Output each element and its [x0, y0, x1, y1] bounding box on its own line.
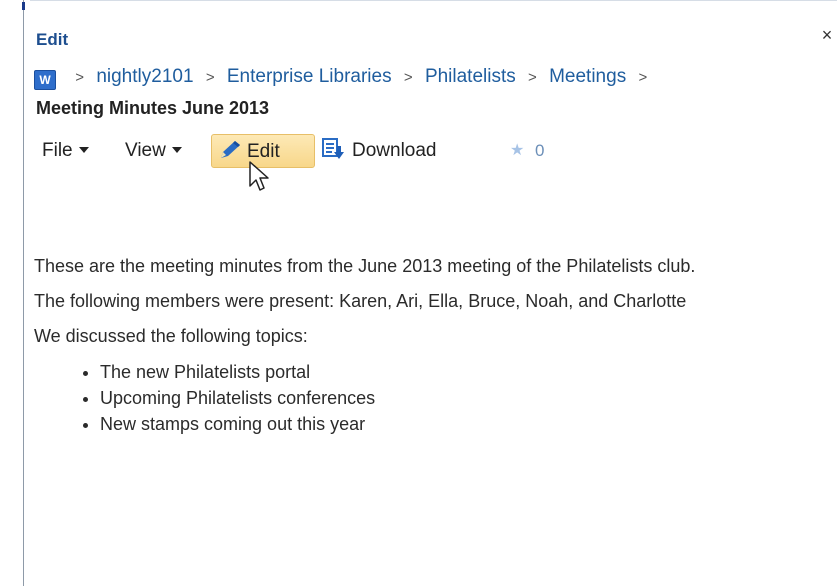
left-divider	[23, 0, 24, 586]
paragraph: These are the meeting minutes from the J…	[34, 256, 696, 276]
breadcrumb-separator: >	[528, 69, 537, 86]
chevron-down-icon	[78, 147, 89, 153]
download-button-label: Download	[352, 140, 437, 161]
download-button[interactable]: Download	[322, 132, 437, 170]
paragraph: The following members were present: Kare…	[34, 291, 687, 311]
document-title: Meeting Minutes June 2013	[36, 98, 270, 118]
pencil-icon	[221, 141, 240, 158]
dialog-title: Edit	[36, 30, 69, 49]
breadcrumb-separator: >	[638, 69, 648, 86]
breadcrumb-separator: >	[75, 69, 85, 86]
star-icon[interactable]: ★	[510, 132, 524, 170]
edit-button-label: Edit	[247, 141, 280, 162]
top-divider	[30, 0, 837, 1]
topic-list: The new Philatelists portal Upcoming Phi…	[34, 359, 824, 437]
document-toolbar: File View Edit Download ★ 0	[36, 132, 596, 170]
edit-button[interactable]: Edit	[211, 134, 315, 168]
breadcrumb-separator: >	[403, 69, 413, 86]
breadcrumb-item-enterprise-libraries[interactable]: Enterprise Libraries	[227, 66, 392, 87]
file-menu-label: File	[42, 140, 73, 161]
breadcrumb: W > nightly2101 > Enterprise Libraries >…	[34, 64, 824, 90]
view-menu-label: View	[125, 140, 166, 161]
list-item: New stamps coming out this year	[100, 411, 824, 437]
close-icon[interactable]: ×	[818, 26, 836, 44]
download-icon	[322, 138, 344, 159]
edit-dialog: Edit × W > nightly2101 > Enterprise Libr…	[0, 0, 837, 586]
view-menu-button[interactable]: View	[125, 132, 182, 170]
breadcrumb-item-meetings[interactable]: Meetings	[549, 66, 626, 87]
document-body: These are the meeting minutes from the J…	[34, 254, 824, 437]
paragraph: We discussed the following topics:	[34, 326, 308, 346]
list-item: The new Philatelists portal	[100, 359, 824, 385]
breadcrumb-item-philatelists[interactable]: Philatelists	[425, 66, 516, 87]
breadcrumb-separator: >	[205, 69, 215, 86]
word-document-icon: W	[34, 70, 56, 90]
file-menu-button[interactable]: File	[42, 132, 89, 170]
breadcrumb-item-nightly2101[interactable]: nightly2101	[96, 66, 193, 87]
like-count: 0	[535, 141, 545, 160]
chevron-down-icon	[171, 147, 182, 153]
list-item: Upcoming Philatelists conferences	[100, 385, 824, 411]
left-divider-marker	[22, 2, 25, 10]
